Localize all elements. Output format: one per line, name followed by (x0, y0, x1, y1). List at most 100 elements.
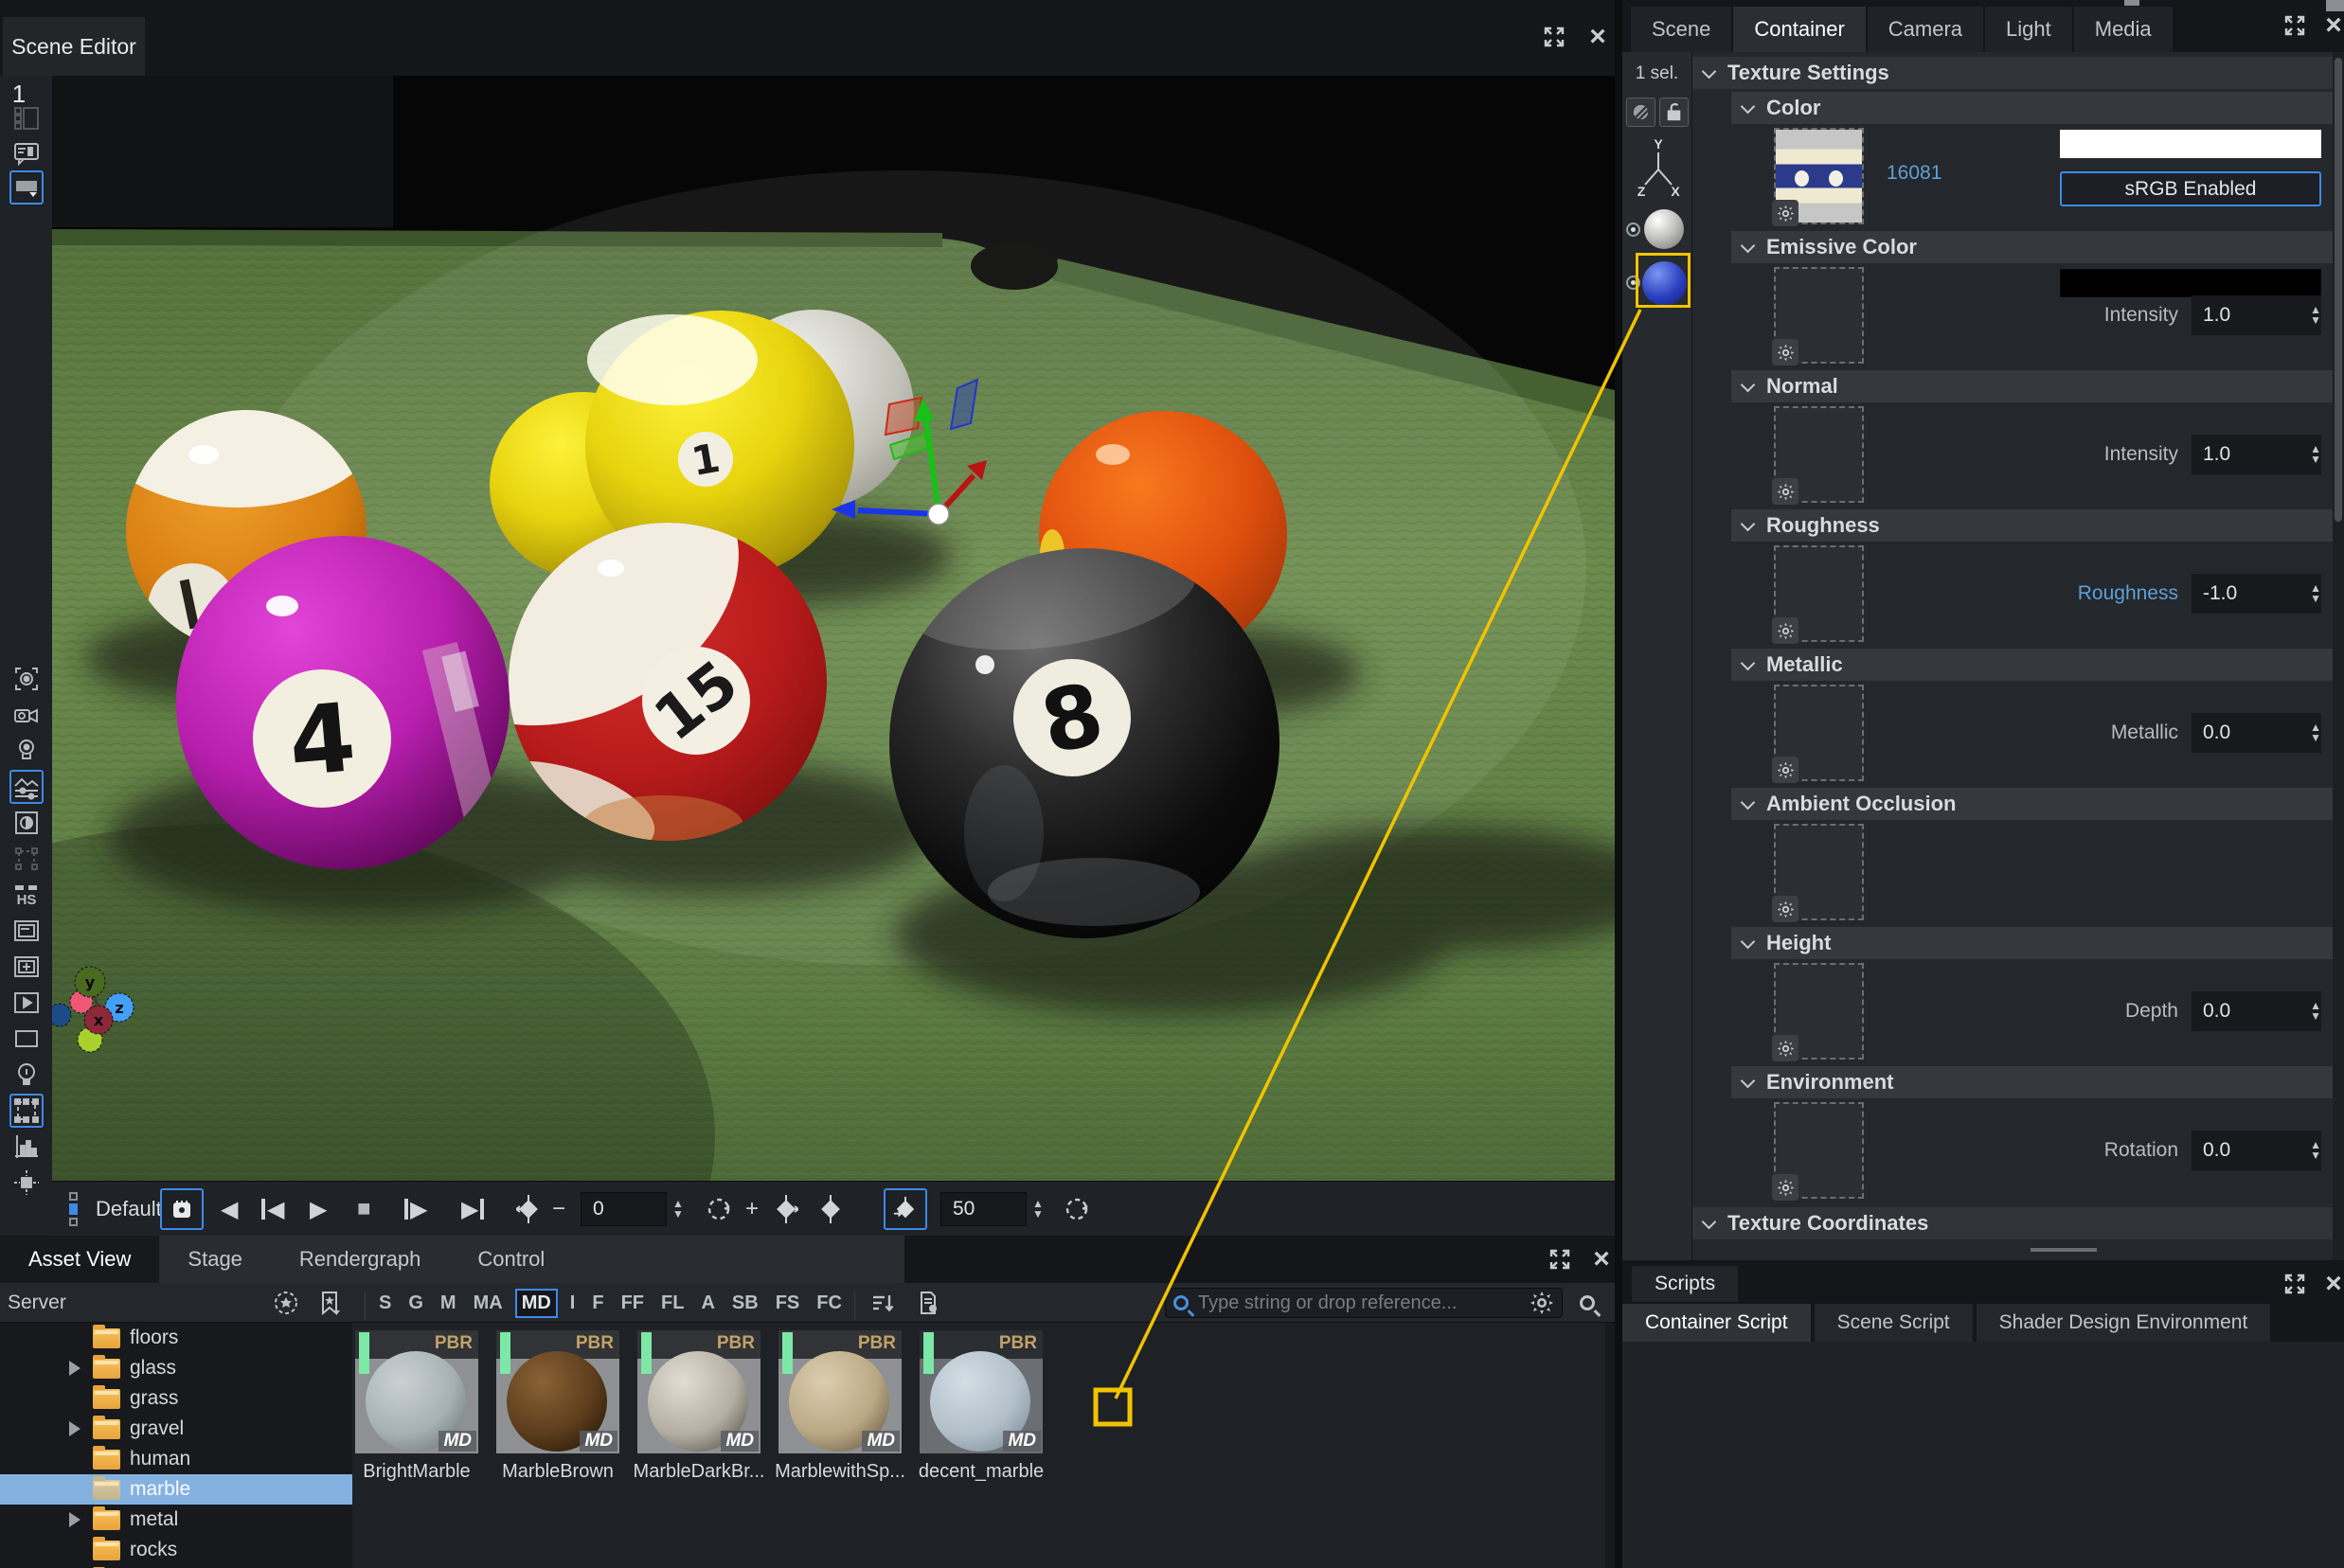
light-eye-icon[interactable] (9, 734, 44, 768)
srgb-toggle-button[interactable]: sRGB Enabled (2060, 171, 2321, 206)
window-add-icon[interactable] (9, 950, 44, 984)
gear-icon[interactable] (1772, 617, 1798, 644)
texture-slot[interactable] (1774, 128, 1864, 224)
filter-fl[interactable]: FL (656, 1291, 689, 1316)
filter-a[interactable]: A (696, 1291, 719, 1316)
folder-item-gravel[interactable]: gravel (0, 1414, 352, 1444)
gear-icon[interactable] (1772, 339, 1798, 365)
gear-icon[interactable] (1772, 757, 1798, 783)
increment-frame-button[interactable]: + (745, 1182, 759, 1237)
folder-item-floors[interactable]: floors (0, 1323, 352, 1353)
loop-range-icon[interactable] (1064, 1182, 1090, 1237)
folder-item-metal[interactable]: metal (0, 1505, 352, 1535)
filter-i[interactable]: I (565, 1291, 581, 1316)
tab-media[interactable]: Media (2074, 7, 2173, 52)
keyframe-icon[interactable] (821, 1182, 840, 1237)
current-frame-spinbox[interactable]: 0 ▲▼ (581, 1182, 684, 1237)
camera-eye-icon[interactable] (9, 698, 44, 732)
texture-slot[interactable] (1774, 685, 1864, 781)
bookmark-star-icon[interactable] (316, 1283, 343, 1323)
panel-resize-handle[interactable] (2031, 1248, 2097, 1252)
folder-item-grass[interactable]: grass (0, 1383, 352, 1414)
filter-fs[interactable]: FS (771, 1291, 805, 1316)
sync-favorites-icon[interactable] (273, 1283, 299, 1323)
prev-keyframe-icon[interactable] (516, 1182, 541, 1237)
texture-id-link[interactable]: 16081 (1887, 162, 1941, 185)
loop-playback-icon[interactable] (706, 1182, 732, 1237)
panel-maximize-icon[interactable] (1546, 1245, 1574, 1274)
filter-ff[interactable]: FF (617, 1291, 649, 1316)
section-header[interactable]: Height (1731, 927, 2333, 959)
tab-asset-view[interactable]: Asset View (0, 1236, 159, 1283)
image-adjust-icon[interactable] (9, 770, 44, 804)
filter-sb[interactable]: SB (727, 1291, 763, 1316)
isolate-toggle-button[interactable] (1626, 98, 1655, 127)
tab-scene[interactable]: Scene (1631, 7, 1731, 52)
gear-icon[interactable] (1772, 1174, 1798, 1201)
tab-stage[interactable]: Stage (159, 1236, 271, 1283)
asset-thumbnail[interactable]: PBR MD (637, 1330, 760, 1453)
lightbulb-icon[interactable] (9, 1058, 44, 1092)
texture-slot[interactable] (1774, 267, 1864, 364)
panel-close-icon[interactable]: × (1587, 1245, 1616, 1274)
section-header[interactable]: Emissive Color (1731, 231, 2333, 263)
step-forward-button[interactable]: ▶ (404, 1182, 427, 1237)
next-keyframe-icon[interactable] (774, 1182, 798, 1237)
play-reverse-button[interactable]: ◀ (221, 1182, 238, 1237)
section-header[interactable]: Environment (1731, 1066, 2333, 1098)
stop-button[interactable]: ■ (357, 1182, 371, 1237)
section-header[interactable]: Metallic (1731, 649, 2333, 681)
texture-settings-header[interactable]: Texture Settings (1692, 57, 2333, 89)
folder-item-human[interactable]: human (0, 1444, 352, 1474)
texture-slot[interactable] (1774, 824, 1864, 920)
unlock-icon[interactable] (1659, 98, 1689, 127)
tab-scene-script[interactable]: Scene Script (1815, 1304, 1973, 1342)
frame-spinner-arrows[interactable]: ▲▼ (672, 1199, 684, 1220)
texture-slot[interactable] (1774, 963, 1864, 1060)
script-editor-body[interactable] (1622, 1342, 2344, 1568)
gear-icon[interactable] (1772, 1035, 1798, 1061)
filter-ma[interactable]: MA (469, 1291, 508, 1316)
tab-camera[interactable]: Camera (1868, 7, 1983, 52)
filter-f[interactable]: F (587, 1291, 608, 1316)
tab-shader-design-environment[interactable]: Shader Design Environment (1977, 1304, 2271, 1342)
document-info-icon[interactable] (915, 1283, 941, 1323)
filter-md[interactable]: MD (515, 1289, 558, 1318)
end-spinner-arrows[interactable]: ▲▼ (1032, 1199, 1044, 1220)
node-points-icon[interactable] (9, 842, 44, 876)
tab-container[interactable]: Container (1733, 7, 1865, 52)
end-frame-spinbox[interactable]: 50 ▲▼ (940, 1182, 1044, 1237)
display-mode-dropdown-icon[interactable] (9, 170, 44, 205)
asset-thumbnail[interactable]: PBR MD (355, 1330, 478, 1453)
filter-m[interactable]: M (436, 1291, 461, 1316)
texture-slot[interactable] (1774, 545, 1864, 642)
close-icon[interactable]: × (1584, 23, 1612, 51)
gear-icon[interactable] (1772, 200, 1798, 226)
expand-arrow-icon[interactable] (69, 1421, 81, 1436)
search-external-icon[interactable] (1580, 1283, 1604, 1323)
skip-start-button[interactable]: ◀ (261, 1182, 284, 1237)
panel-divider[interactable] (1615, 0, 1622, 1568)
value-spinbox[interactable]: 0.0 ▲▼ (2192, 713, 2321, 753)
value-spinbox[interactable]: 0.0 ▲▼ (2192, 1131, 2321, 1170)
spinner-arrows[interactable]: ▲▼ (2310, 1001, 2321, 1022)
tab-control[interactable]: Control (449, 1236, 573, 1283)
contrast-mask-icon[interactable] (9, 806, 44, 840)
section-header[interactable]: Roughness (1731, 509, 2333, 542)
gear-icon[interactable] (1772, 896, 1798, 922)
texture-slot[interactable] (1774, 406, 1864, 503)
spinner-arrows[interactable]: ▲▼ (2310, 1140, 2321, 1161)
gear-icon[interactable] (1772, 478, 1798, 505)
decrement-frame-button[interactable]: − (552, 1182, 565, 1237)
tab-scene-editor[interactable]: Scene Editor (3, 17, 145, 76)
spinner-arrows[interactable]: ▲▼ (2310, 722, 2321, 743)
search-input[interactable] (1198, 1292, 1530, 1314)
expand-arrow-icon[interactable] (69, 1512, 81, 1527)
camera-focus-icon[interactable] (9, 662, 44, 696)
color-swatch[interactable] (2060, 130, 2321, 158)
asset-thumbnail[interactable]: PBR MD (920, 1330, 1043, 1453)
value-spinbox[interactable]: 1.0 ▲▼ (2192, 295, 2321, 335)
window-empty-icon[interactable] (9, 1022, 44, 1056)
sort-order-icon[interactable] (869, 1283, 896, 1323)
spinner-arrows[interactable]: ▲▼ (2310, 444, 2321, 465)
